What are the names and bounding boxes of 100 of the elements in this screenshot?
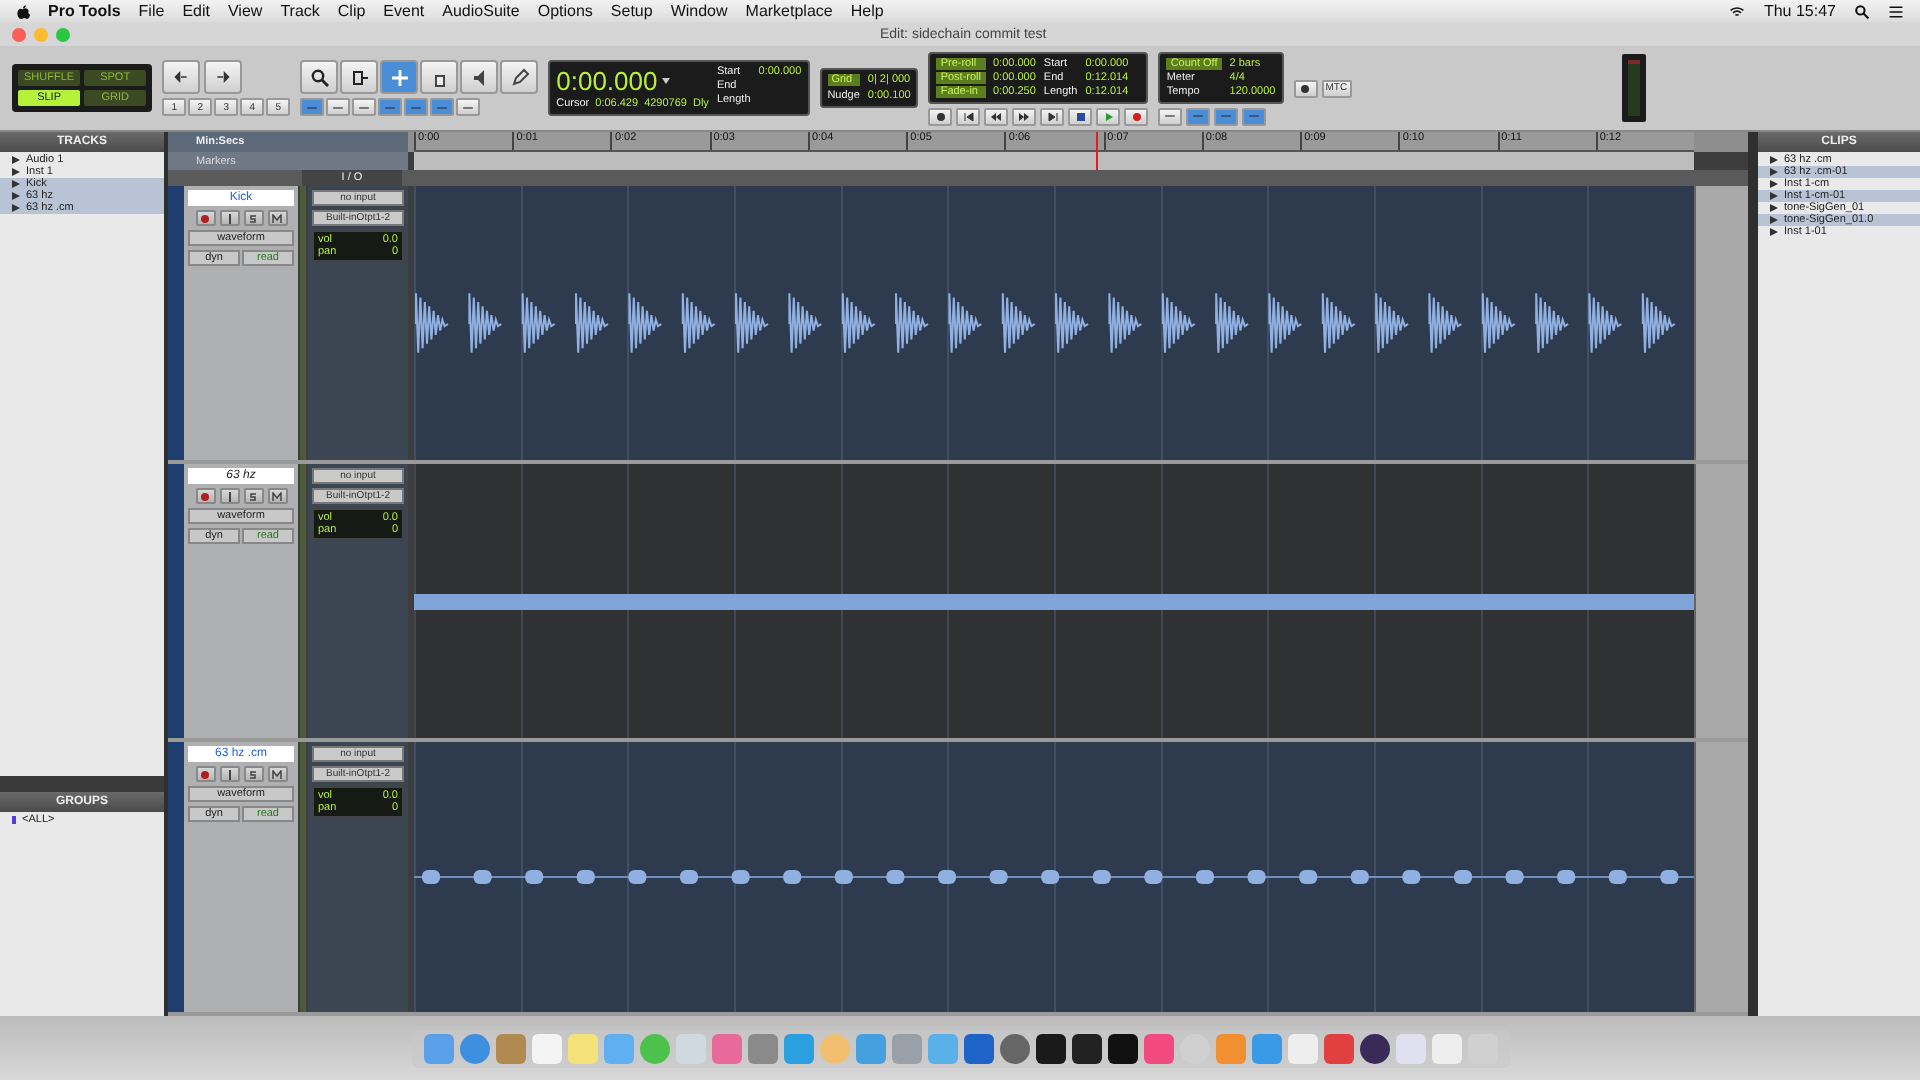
menu-item[interactable]: File (138, 2, 165, 20)
return-to-zero-button[interactable] (956, 107, 981, 125)
menu-item[interactable]: Setup (610, 2, 653, 20)
rewind-icon (990, 111, 1003, 121)
line-icon (306, 103, 319, 111)
pencil-icon (509, 67, 530, 87)
grabber-tool-button[interactable] (420, 60, 459, 94)
right-arrow-icon (214, 70, 233, 84)
line-icon (1192, 112, 1205, 120)
edit-option-button[interactable] (352, 98, 377, 116)
menu-item[interactable]: Help (850, 2, 884, 20)
app-icon[interactable] (1071, 1033, 1101, 1063)
magnifier-icon (309, 67, 330, 87)
mute-button[interactable] (267, 210, 287, 226)
record-enable-button[interactable] (195, 210, 215, 226)
go-to-end-button[interactable] (1040, 107, 1065, 125)
s-letter-icon (248, 491, 258, 501)
s-letter-icon (248, 769, 258, 779)
edit-option-button[interactable] (326, 98, 351, 116)
apple-logo-icon[interactable] (16, 3, 30, 19)
sync-button[interactable] (1293, 79, 1318, 97)
menu-item[interactable]: Marketplace (745, 2, 833, 20)
midi-option-button[interactable] (1186, 107, 1211, 125)
wifi-icon (1727, 3, 1746, 19)
circle-icon (935, 111, 946, 121)
line-icon (410, 103, 423, 111)
app-icon[interactable] (1359, 1033, 1389, 1063)
fast-forward-icon (1018, 111, 1031, 121)
record-icon (200, 769, 210, 779)
nudge-right-button[interactable] (204, 60, 243, 94)
edit-option-button[interactable] (300, 98, 325, 116)
online-button[interactable] (928, 107, 953, 125)
edit-option-button[interactable] (430, 98, 455, 116)
m-letter-icon (272, 769, 282, 779)
scrubber-tool-button[interactable] (460, 60, 499, 94)
line-icon (1220, 112, 1233, 120)
s-letter-icon (248, 213, 258, 223)
input-monitor-button[interactable] (219, 766, 239, 782)
zoom-tool-button[interactable] (300, 60, 339, 94)
app-icon[interactable] (1107, 1033, 1137, 1063)
group-marker-icon (12, 816, 16, 824)
m-letter-icon (272, 213, 282, 223)
rewind-button[interactable] (984, 107, 1009, 125)
skip-forward-icon (1047, 111, 1058, 121)
search-icon[interactable] (1854, 3, 1870, 19)
pencil-tool-button[interactable] (500, 60, 539, 94)
speaker-icon (469, 67, 490, 87)
menu-item[interactable]: Window (670, 2, 728, 20)
solo-button[interactable] (243, 488, 263, 504)
nudge-left-button[interactable] (162, 60, 201, 94)
midi-option-button[interactable] (1242, 107, 1267, 125)
menu-item[interactable]: Clip (337, 2, 366, 20)
mute-button[interactable] (267, 766, 287, 782)
stop-icon (1075, 111, 1086, 121)
record-icon (200, 213, 210, 223)
record-enable-button[interactable] (195, 766, 215, 782)
app-icon[interactable] (1035, 1033, 1065, 1063)
solo-button[interactable] (243, 766, 263, 782)
mute-button[interactable] (267, 488, 287, 504)
caret-icon[interactable] (661, 78, 670, 84)
line-icon (358, 103, 371, 111)
solo-button[interactable] (243, 210, 263, 226)
bracket-icon (349, 67, 370, 87)
play-button[interactable] (1096, 107, 1121, 125)
left-arrow-icon (172, 70, 191, 84)
line-icon (436, 103, 449, 111)
trim-tool-button[interactable] (340, 60, 379, 94)
circle-icon (1300, 83, 1311, 93)
edit-option-button[interactable] (456, 98, 481, 116)
record-icon (1131, 111, 1142, 121)
line-icon (1248, 112, 1261, 120)
playhead-line (1096, 132, 1098, 170)
stop-button[interactable] (1068, 107, 1093, 125)
skip-back-icon (963, 111, 974, 121)
midi-option-button[interactable] (1214, 107, 1239, 125)
menu-item[interactable]: Edit (182, 2, 210, 20)
record-button[interactable] (1124, 107, 1149, 125)
master-meter-icon (1622, 54, 1647, 122)
menu-clock: Thu 15:47 (1763, 2, 1836, 20)
record-enable-button[interactable] (195, 488, 215, 504)
line-icon (1164, 112, 1177, 120)
edit-option-button[interactable] (404, 98, 429, 116)
midi-option-button[interactable] (1158, 107, 1183, 125)
play-icon (1103, 111, 1114, 121)
m-letter-icon (272, 491, 282, 501)
line-icon (332, 103, 345, 111)
menu-item[interactable]: View (227, 2, 263, 20)
fast-forward-button[interactable] (1012, 107, 1037, 125)
record-icon (200, 491, 210, 501)
menu-item[interactable]: Options (537, 2, 593, 20)
edit-option-button[interactable] (378, 98, 403, 116)
menu-item[interactable]: AudioSuite (442, 2, 520, 20)
crosshair-icon (389, 67, 410, 87)
menu-item[interactable]: Track (280, 2, 320, 20)
list-icon[interactable] (1888, 3, 1904, 19)
input-monitor-button[interactable] (219, 488, 239, 504)
app-menu[interactable]: Pro Tools (48, 2, 121, 20)
line-icon (462, 103, 475, 111)
menu-item[interactable]: Event (383, 2, 425, 20)
input-monitor-button[interactable] (219, 210, 239, 226)
